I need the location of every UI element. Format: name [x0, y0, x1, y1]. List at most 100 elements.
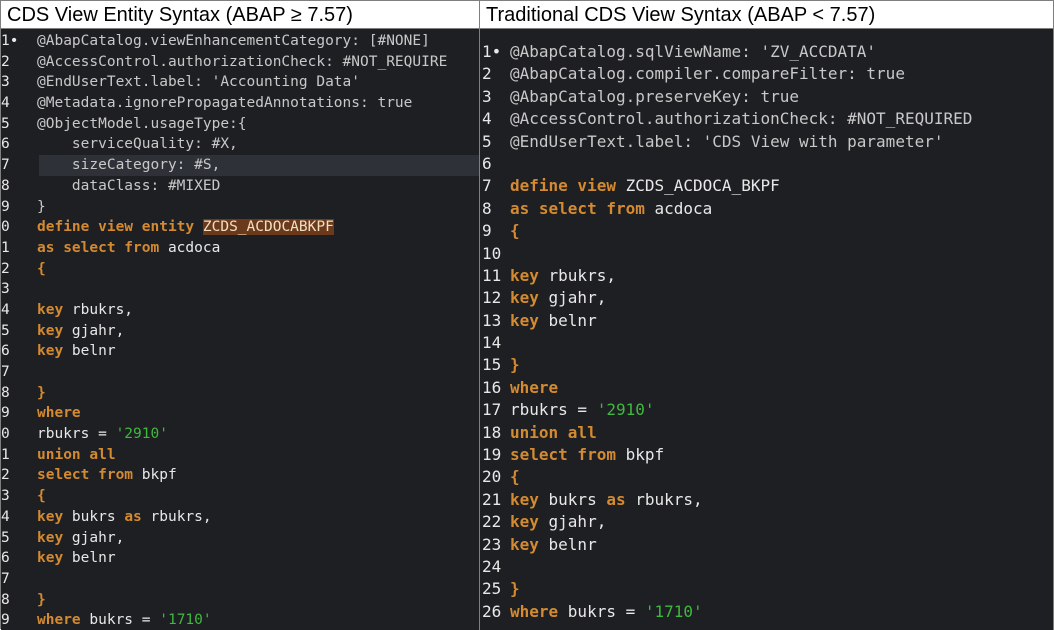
- code-keyword: {: [37, 488, 46, 505]
- code-token: rbukrs,: [548, 265, 616, 285]
- code-line[interactable]: 2 @AccessControl.authorizationCheck: #NOT…: [1, 52, 479, 73]
- code-text: dataClass: #MIXED: [37, 178, 220, 194]
- code-line[interactable]: 3: [1, 279, 479, 300]
- code-line[interactable]: 26 where bukrs = '1710': [480, 601, 1053, 623]
- code-line[interactable]: 14: [480, 332, 1053, 354]
- code-line[interactable]: 4 key rbukrs,: [1, 300, 479, 321]
- code-token: @AbapCatalog.sqlViewName: 'ZV_ACCDATA': [510, 42, 877, 61]
- code-line[interactable]: 12 key gjahr,: [480, 287, 1053, 309]
- code-line[interactable]: 3 @AbapCatalog.preserveKey: true: [480, 86, 1053, 108]
- line-number: 3: [1, 74, 10, 91]
- code-text: @EndUserText.label: 'CDS View with param…: [510, 132, 943, 151]
- code-token: @AccessControl.authorizationCheck: #NOT_…: [510, 109, 973, 129]
- code-text: }: [37, 385, 46, 401]
- code-text: }: [37, 592, 46, 608]
- code-line[interactable]: 8}: [1, 590, 479, 611]
- code-line[interactable]: 4 @AccessControl.authorizationCheck: #NOT…: [480, 108, 1053, 130]
- code-keyword: define view: [510, 176, 626, 196]
- code-keyword: key: [37, 508, 72, 525]
- code-line[interactable]: 0 define view entity ZCDS_ACDOCABKPF: [1, 217, 479, 238]
- code-line[interactable]: 5 key gjahr,: [1, 528, 479, 549]
- code-line[interactable]: 7 define view ZCDS_ACDOCA_BKPF: [480, 175, 1053, 197]
- code-token: bukrs: [548, 489, 607, 509]
- code-line[interactable]: 1 union all: [1, 445, 479, 466]
- code-line-current[interactable]: 7 sizeCategory: #S,: [1, 155, 479, 176]
- code-token: @EndUserText.label: 'Accounting Data': [37, 74, 361, 91]
- code-text: key bukrs as rbukrs,: [510, 490, 703, 509]
- code-line[interactable]: 24: [480, 556, 1053, 578]
- code-line[interactable]: 15}: [480, 354, 1053, 376]
- code-keyword: }: [37, 384, 46, 401]
- line-number: 8: [482, 198, 492, 218]
- code-line[interactable]: 8}: [1, 383, 479, 404]
- code-line[interactable]: 4 key bukrs as rbukrs,: [1, 507, 479, 528]
- code-token: }: [37, 198, 46, 215]
- code-text: sizeCategory: #S,: [37, 157, 220, 173]
- code-line[interactable]: 18 union all: [480, 422, 1053, 444]
- code-line[interactable]: 8 dataClass: #MIXED: [1, 176, 479, 197]
- code-line[interactable]: 13 key belnr: [480, 310, 1053, 332]
- code-line[interactable]: 1 as select from acdoca: [1, 238, 479, 259]
- code-keyword: {: [510, 221, 520, 241]
- code-line[interactable]: 6 key belnr: [1, 341, 479, 362]
- code-line[interactable]: 7: [1, 362, 479, 383]
- code-text: @Metadata.ignorePropagatedAnnotations: t…: [37, 95, 412, 111]
- code-line[interactable]: 2 select from bkpf: [1, 465, 479, 486]
- code-line[interactable]: 9 where bukrs = '1710': [1, 610, 479, 630]
- code-line[interactable]: 17 rbukrs = '2910': [480, 399, 1053, 421]
- code-text: @EndUserText.label: 'Accounting Data': [37, 74, 360, 90]
- code-line[interactable]: 9}: [1, 197, 479, 218]
- code-line[interactable]: 9{: [480, 220, 1053, 242]
- line-number: 8: [1, 384, 10, 401]
- code-editor-traditional-view[interactable]: 1• @AbapCatalog.sqlViewName: 'ZV_ACCDATA'…: [480, 29, 1053, 630]
- code-line[interactable]: 2{: [1, 259, 479, 280]
- code-line[interactable]: 6 serviceQuality: #X,: [1, 134, 479, 155]
- code-line[interactable]: 6 key belnr: [1, 548, 479, 569]
- code-token: @EndUserText.label: 'CDS View with param…: [510, 131, 944, 151]
- code-line[interactable]: 25}: [480, 578, 1053, 600]
- code-text: key belnr: [37, 343, 116, 359]
- code-text: union all: [37, 447, 116, 463]
- code-line[interactable]: 3 @EndUserText.label: 'Accounting Data': [1, 72, 479, 93]
- code-line[interactable]: 3{: [1, 486, 479, 507]
- code-keyword: where: [510, 601, 568, 621]
- code-line[interactable]: 21 key bukrs as rbukrs,: [480, 489, 1053, 511]
- code-line[interactable]: 7: [1, 569, 479, 590]
- line-number: 4: [482, 109, 492, 129]
- code-line[interactable]: 8 as select from acdoca: [480, 198, 1053, 220]
- code-line[interactable]: 1• @AbapCatalog.sqlViewName: 'ZV_ACCDATA': [480, 41, 1053, 63]
- line-number: 1•: [482, 42, 502, 61]
- code-text: serviceQuality: #X,: [37, 136, 238, 152]
- code-line[interactable]: 11 key rbukrs,: [480, 265, 1053, 287]
- line-number: 25: [482, 579, 502, 599]
- code-line[interactable]: 10: [480, 243, 1053, 265]
- code-token: ZCDS_ACDOCA_BKPF: [625, 176, 780, 196]
- code-line[interactable]: 6: [480, 153, 1053, 175]
- code-line[interactable]: 9 where: [1, 403, 479, 424]
- code-string: '2910': [596, 400, 655, 420]
- code-line[interactable]: 23 key belnr: [480, 534, 1053, 556]
- code-keyword: key: [510, 534, 549, 554]
- code-line[interactable]: 20 {: [480, 466, 1053, 488]
- code-token: bkpf: [141, 467, 177, 484]
- code-editor-view-entity[interactable]: 1• @AbapCatalog.viewEnhancementCategory: …: [1, 29, 479, 630]
- code-line[interactable]: 19 select from bkpf: [480, 444, 1053, 466]
- code-line[interactable]: 5 @EndUserText.label: 'CDS View with para…: [480, 131, 1053, 153]
- code-line[interactable]: 16 where: [480, 377, 1053, 399]
- code-line[interactable]: 2 @AbapCatalog.compiler.compareFilter: tr…: [480, 63, 1053, 85]
- code-line[interactable]: 1• @AbapCatalog.viewEnhancementCategory: …: [1, 31, 479, 52]
- code-token: @AccessControl.authorizationCheck: #NOT_…: [37, 53, 448, 70]
- line-number: 19: [482, 445, 502, 465]
- line-number: 13: [482, 310, 502, 330]
- code-token: belnr: [71, 343, 116, 360]
- code-keyword: }: [510, 579, 520, 599]
- code-line[interactable]: 22 key gjahr,: [480, 511, 1053, 533]
- code-text: @AbapCatalog.preserveKey: true: [510, 87, 799, 106]
- code-token: belnr: [71, 550, 116, 567]
- code-line[interactable]: 0 rbukrs = '2910': [1, 424, 479, 445]
- line-number: 4: [1, 508, 10, 525]
- line-number: 2: [482, 64, 492, 84]
- code-line[interactable]: 5 @ObjectModel.usageType:{: [1, 114, 479, 135]
- code-line[interactable]: 5 key gjahr,: [1, 321, 479, 342]
- code-line[interactable]: 4 @Metadata.ignorePropagatedAnnotations: …: [1, 93, 479, 114]
